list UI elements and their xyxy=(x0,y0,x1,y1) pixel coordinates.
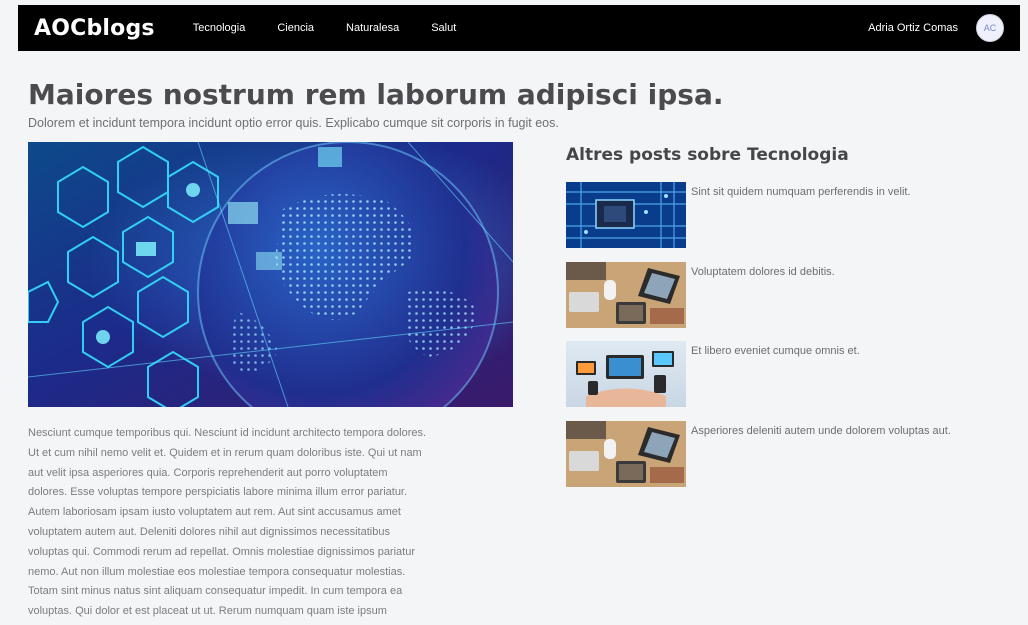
body-line: voluptatem autem aut. Deleniti dolores n… xyxy=(28,525,390,538)
page: AOCblogs Tecnologia Ciencia Naturalesa S… xyxy=(0,0,1028,625)
nav-link-salut[interactable]: Salut xyxy=(431,22,456,34)
post-thumbnail-circuit[interactable] xyxy=(566,182,686,248)
body-line: voluptas. Qui dolor et est placeat ut ut… xyxy=(28,605,387,618)
brand-logo[interactable]: AOCblogs xyxy=(34,16,155,41)
nav-link-naturalesa[interactable]: Naturalesa xyxy=(346,22,399,34)
article-hero-image xyxy=(28,142,513,407)
body-line: Nesciunt cumque temporibus qui. Nesciunt… xyxy=(28,427,427,439)
related-post[interactable]: Sint sit quidem numquam perferendis in v… xyxy=(566,182,1020,248)
post-title[interactable]: Sint sit quidem numquam perferendis in v… xyxy=(691,186,911,198)
post-thumbnail-hand[interactable] xyxy=(566,341,686,407)
body-line: voluptas qui. Commodi rerum ad repellat.… xyxy=(28,545,415,558)
post-thumbnail-desk[interactable] xyxy=(566,262,686,328)
nav-link-ciencia[interactable]: Ciencia xyxy=(277,22,314,34)
user-menu: Adria Ortiz Comas AC xyxy=(868,14,1004,42)
post-title[interactable]: Et libero eveniet cumque omnis et. xyxy=(691,345,860,357)
related-post[interactable]: Voluptatem dolores id debitis. xyxy=(566,262,1020,328)
body-line: dolores. Esse voluptas tempore perspicia… xyxy=(28,486,408,499)
article-title: Maiores nostrum rem laborum adipisci ips… xyxy=(28,78,724,111)
body-line: aut velit ipsa asperiores quia. Corporis… xyxy=(28,466,388,479)
nav-link-tecnologia[interactable]: Tecnologia xyxy=(193,22,246,34)
related-post[interactable]: Asperiores deleniti autem unde dolorem v… xyxy=(566,421,1020,487)
article-body: Nesciunt cumque temporibus qui. Nesciunt… xyxy=(28,424,518,622)
top-navbar: AOCblogs Tecnologia Ciencia Naturalesa S… xyxy=(18,5,1020,51)
body-line: Totam sint minus natus sint aliquam cons… xyxy=(28,585,403,598)
post-title[interactable]: Asperiores deleniti autem unde dolorem v… xyxy=(691,425,951,437)
body-line: nemo. Aut non illum molestiae eos molest… xyxy=(28,565,406,578)
sidebar-title: Altres posts sobre Tecnologia xyxy=(566,145,849,165)
post-thumbnail-desk[interactable] xyxy=(566,421,686,487)
post-title[interactable]: Voluptatem dolores id debitis. xyxy=(691,266,835,278)
article-subtitle: Dolorem et incidunt tempora incidunt opt… xyxy=(28,116,559,130)
body-line: Ut et cum nihil nemo velit et. Quidem et… xyxy=(28,446,422,459)
avatar[interactable]: AC xyxy=(976,14,1004,42)
user-name[interactable]: Adria Ortiz Comas xyxy=(868,22,958,34)
body-line: Autem laboriosam ipsam iusto voluptatem … xyxy=(28,506,401,519)
related-post[interactable]: Et libero eveniet cumque omnis et. xyxy=(566,341,1020,407)
